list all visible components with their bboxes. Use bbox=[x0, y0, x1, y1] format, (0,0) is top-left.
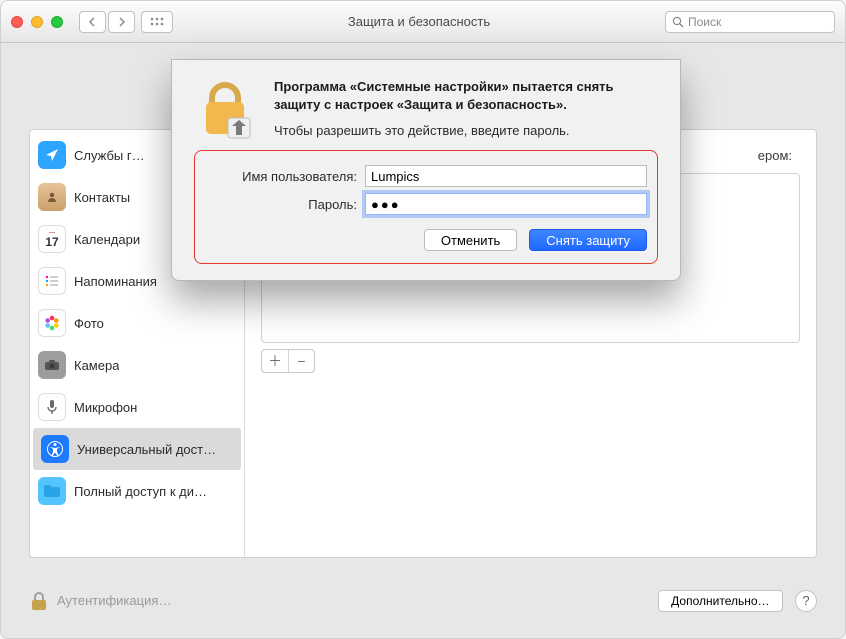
sidebar-item-camera[interactable]: Камера bbox=[30, 344, 244, 386]
dialog-lock-icon bbox=[194, 78, 256, 140]
sidebar-item-label: Камера bbox=[74, 358, 119, 373]
dialog-subtext: Чтобы разрешить это действие, введите па… bbox=[274, 123, 658, 138]
dialog-heading: Программа «Системные настройки» пытается… bbox=[274, 78, 658, 113]
sidebar-item-label: Фото bbox=[74, 316, 104, 331]
contacts-icon bbox=[38, 183, 66, 211]
add-button[interactable]: ＋ bbox=[262, 350, 288, 372]
folder-icon bbox=[38, 477, 66, 505]
photos-icon bbox=[38, 309, 66, 337]
traffic-lights bbox=[11, 16, 63, 28]
sidebar-item-label: Микрофон bbox=[74, 400, 137, 415]
nav-buttons bbox=[79, 11, 135, 33]
minimize-button[interactable] bbox=[31, 16, 43, 28]
remove-button[interactable]: − bbox=[288, 350, 314, 372]
search-field[interactable]: Поиск bbox=[665, 11, 835, 33]
grid-icon bbox=[150, 17, 164, 27]
help-button[interactable]: ? bbox=[795, 590, 817, 612]
window-title: Защита и безопасность bbox=[173, 14, 665, 29]
username-label: Имя пользователя: bbox=[205, 169, 365, 184]
sidebar-item-label: Универсальный дост… bbox=[77, 442, 216, 457]
credentials-form: Имя пользователя: Пароль: Отменить Снять… bbox=[194, 150, 658, 264]
advanced-button[interactable]: Дополнительно… bbox=[658, 590, 782, 612]
sidebar-item-label: Службы г… bbox=[74, 148, 145, 163]
sidebar-item-label: Календари bbox=[74, 232, 140, 247]
auth-dialog: Программа «Системные настройки» пытается… bbox=[171, 59, 681, 281]
sidebar-item-microphone[interactable]: Микрофон bbox=[30, 386, 244, 428]
close-button[interactable] bbox=[11, 16, 23, 28]
preferences-window: Защита и безопасность Поиск Службы г… Ко… bbox=[0, 0, 846, 639]
chevron-right-icon bbox=[117, 17, 126, 27]
search-icon bbox=[672, 16, 684, 28]
auth-label: Аутентификация… bbox=[57, 593, 171, 608]
unlock-button[interactable]: Снять защиту bbox=[529, 229, 647, 251]
calendar-icon: —17 bbox=[38, 225, 66, 253]
password-label: Пароль: bbox=[205, 197, 365, 212]
lock-icon bbox=[29, 590, 49, 612]
lock-row[interactable]: Аутентификация… bbox=[29, 590, 171, 612]
microphone-icon bbox=[38, 393, 66, 421]
list-controls: ＋ − bbox=[261, 349, 315, 373]
search-placeholder: Поиск bbox=[688, 15, 721, 29]
password-input[interactable] bbox=[365, 193, 647, 215]
username-input[interactable] bbox=[365, 165, 647, 187]
chevron-left-icon bbox=[88, 17, 97, 27]
sidebar-item-accessibility[interactable]: Универсальный дост… bbox=[33, 428, 241, 470]
sidebar-item-label: Полный доступ к ди… bbox=[74, 484, 207, 499]
forward-button[interactable] bbox=[108, 11, 135, 33]
sidebar-item-full-disk[interactable]: Полный доступ к ди… bbox=[30, 470, 244, 512]
location-icon bbox=[38, 141, 66, 169]
reminders-icon bbox=[38, 267, 66, 295]
sidebar-item-photos[interactable]: Фото bbox=[30, 302, 244, 344]
sidebar-item-label: Напоминания bbox=[74, 274, 157, 289]
zoom-button[interactable] bbox=[51, 16, 63, 28]
titlebar: Защита и безопасность Поиск bbox=[1, 1, 845, 43]
accessibility-icon bbox=[41, 435, 69, 463]
cancel-button[interactable]: Отменить bbox=[424, 229, 517, 251]
back-button[interactable] bbox=[79, 11, 106, 33]
sidebar-item-label: Контакты bbox=[74, 190, 130, 205]
footer: Аутентификация… Дополнительно… ? bbox=[29, 590, 817, 613]
footer-right: Дополнительно… ? bbox=[658, 590, 817, 613]
show-all-button[interactable] bbox=[141, 11, 173, 33]
camera-icon bbox=[38, 351, 66, 379]
